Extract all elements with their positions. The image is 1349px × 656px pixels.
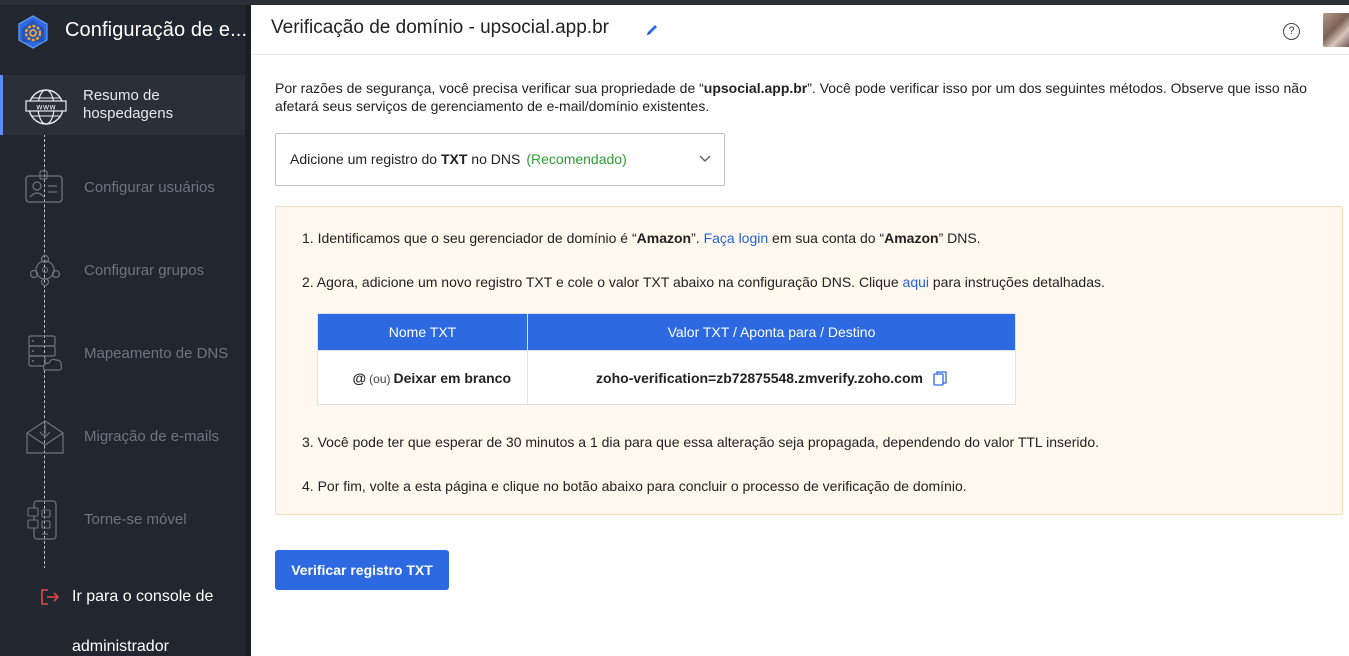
sidebar-step-torne-se-movel[interactable]: Torne-se móvel: [0, 490, 245, 550]
sidebar-step-resumo-hospedagens[interactable]: www Resumo de hospedagens: [0, 75, 245, 135]
instructions-link[interactable]: aqui: [903, 274, 929, 290]
globe-www-icon: www: [25, 89, 67, 125]
sidebar-step-label: Torne-se móvel: [84, 511, 187, 528]
instruction-step-1: 1. Identificamos que o seu gerenciador d…: [302, 230, 981, 246]
sidebar-step-mapeamento-dns[interactable]: Mapeamento de DNS: [0, 324, 245, 384]
user-id-card-icon: [25, 170, 63, 203]
sidebar-step-label: Configurar grupos: [84, 262, 205, 279]
admin-console-link[interactable]: Ir para o console de administrador: [0, 568, 245, 656]
page-header: Verificação de domínio - upsocial.app.br…: [251, 5, 1349, 55]
verify-txt-record-button[interactable]: Verificar registro TXT: [275, 550, 449, 590]
group-people-icon: [29, 254, 61, 287]
txt-name-cell: @ (ou) Deixar em branco: [317, 350, 528, 405]
sidebar-step-label: Configurar usuários: [84, 179, 215, 196]
mobile-devices-icon: [27, 500, 57, 540]
mail-download-icon: [26, 420, 64, 454]
sidebar-step-configurar-grupos[interactable]: Configurar grupos: [0, 241, 245, 301]
sidebar-step-label: Mapeamento de DNS: [84, 345, 229, 362]
login-link[interactable]: Faça login: [704, 230, 769, 246]
server-cloud-icon: [28, 335, 63, 371]
svg-text:www: www: [36, 103, 56, 112]
help-icon[interactable]: ?: [1283, 23, 1300, 40]
selected-method: Adicione um registro do TXT no DNS (Recom…: [290, 151, 627, 167]
app-title: Configuração de e...: [65, 19, 248, 41]
intro-text: Por razões de segurança, você precisa ve…: [275, 80, 1307, 114]
settings-hexagon-icon: [18, 15, 48, 49]
table-row: @ (ou) Deixar em branco zoho-verification=…: [317, 350, 1016, 405]
exit-icon: [41, 589, 60, 605]
instructions-panel: 1. Identificamos que o seu gerenciador d…: [275, 206, 1343, 515]
instruction-step-2: 2. Agora, adicione um novo registro TXT …: [302, 274, 1105, 290]
txt-record-table: Nome TXT Valor TXT / Aponta para / Desti…: [317, 313, 1016, 405]
column-header-txt-name: Nome TXT: [317, 313, 528, 351]
avatar[interactable]: [1323, 13, 1349, 47]
verification-method-select[interactable]: Adicione um registro do TXT no DNS (Recom…: [275, 133, 725, 186]
sidebar-step-label: Migração de e-mails: [84, 428, 220, 445]
page-title: Verificação de domínio - upsocial.app.br: [271, 17, 609, 38]
txt-value-cell[interactable]: zoho-verification=zb72875548.zmverify.zo…: [527, 350, 1016, 405]
pencil-edit-icon[interactable]: [645, 23, 659, 37]
main-content: Verificação de domínio - upsocial.app.br…: [251, 5, 1349, 656]
chevron-down-icon: [699, 155, 711, 163]
sidebar-step-migracao-emails[interactable]: Migração de e-mails: [0, 407, 245, 467]
column-header-txt-value: Valor TXT / Aponta para / Destino: [527, 313, 1016, 351]
recommended-badge: (Recomendado): [526, 151, 627, 167]
txt-value[interactable]: zoho-verification=zb72875548.zmverify.zo…: [596, 370, 923, 386]
app-brand: Configuração de e...: [0, 5, 248, 67]
sidebar-step-label: Resumo de hospedagens: [83, 87, 174, 122]
admin-console-label: Ir para o console de administrador: [72, 588, 214, 655]
instruction-step-4: 4. Por fim, volte a esta página e clique…: [302, 478, 967, 494]
instruction-step-3: 3. Você pode ter que esperar de 30 minut…: [302, 434, 1099, 450]
sidebar-step-configurar-usuarios[interactable]: Configurar usuários: [0, 158, 245, 218]
copy-icon[interactable]: [933, 370, 947, 386]
sidebar: Configuração de e... www Resumo de hosped…: [0, 5, 251, 656]
table-header-row: Nome TXT Valor TXT / Aponta para / Desti…: [317, 313, 1016, 351]
